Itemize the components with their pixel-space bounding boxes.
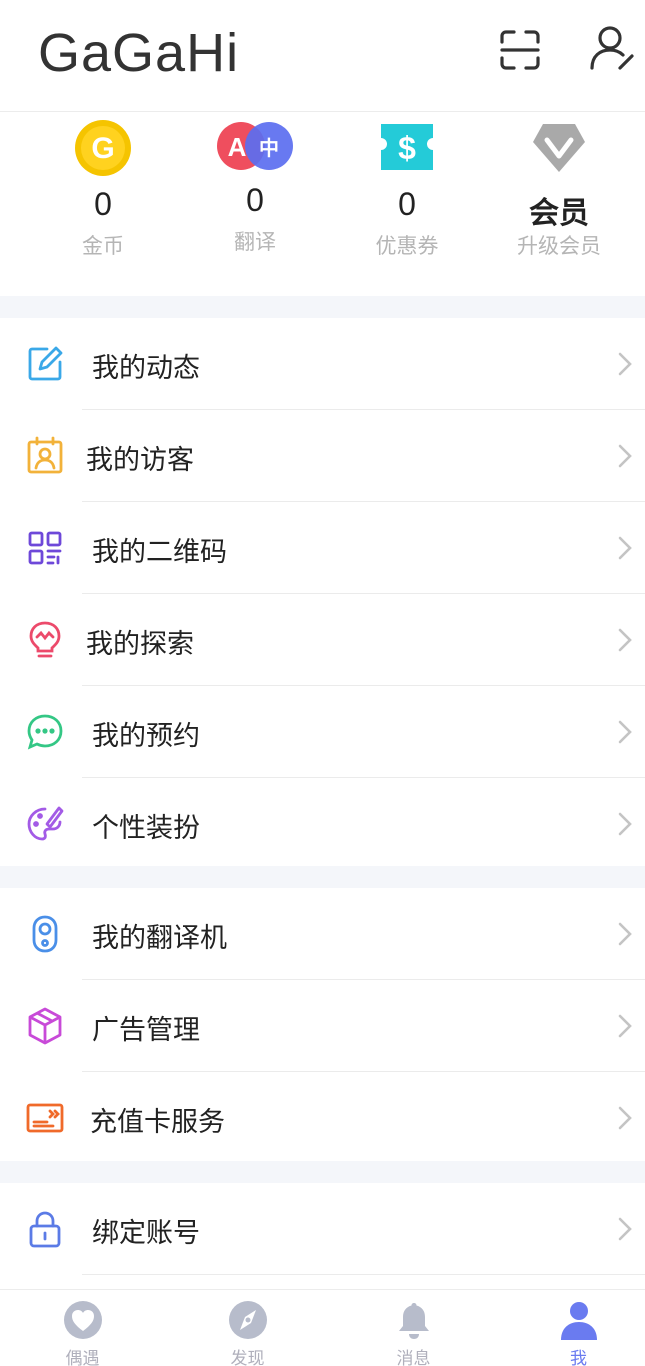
person-icon	[561, 1302, 597, 1340]
menu-item-label: 我的动态	[92, 353, 200, 384]
qrcode-icon	[28, 531, 62, 565]
menu-item-label: 充值卡服务	[90, 1107, 225, 1138]
menu-item-recharge-card[interactable]: 充值卡服务	[0, 1072, 645, 1164]
chevron-right-icon	[618, 1217, 632, 1241]
scan-button[interactable]	[498, 28, 542, 72]
menu-item-label: 我的翻译机	[92, 923, 227, 954]
stat-coupons[interactable]: $ 0 优惠券	[332, 112, 482, 296]
profile-edit-button[interactable]	[588, 24, 636, 72]
chevron-right-icon	[618, 720, 632, 744]
menu-item-label: 我的探索	[86, 629, 194, 660]
chevron-right-icon	[618, 536, 632, 560]
menu-item-label: 我的预约	[92, 721, 200, 752]
card-icon	[26, 1103, 64, 1133]
translator-device-icon	[32, 915, 58, 953]
svg-text:G: G	[91, 132, 114, 165]
section-gap	[0, 1161, 645, 1183]
stat-label: 优惠券	[375, 234, 439, 258]
coupon-icon: $	[381, 124, 433, 170]
menu-item-my-qrcode[interactable]: 我的二维码	[0, 502, 645, 594]
stat-label: 升级会员	[517, 234, 601, 258]
bottom-tab-bar: 偶遇 发现 消息 我	[0, 1289, 645, 1366]
compass-icon	[229, 1301, 267, 1339]
scan-icon	[500, 30, 540, 70]
edit-icon	[28, 346, 63, 381]
gold-coin-icon: G	[75, 120, 131, 176]
header: GaGaHi	[0, 0, 645, 112]
tab-label: 发现	[230, 1349, 265, 1366]
svg-text:$: $	[398, 130, 416, 166]
stat-value: 会员	[529, 197, 589, 230]
menu-item-label: 个性装扮	[92, 813, 200, 844]
cube-icon	[28, 1007, 62, 1045]
menu-item-label: 绑定账号	[92, 1218, 200, 1249]
tab-label: 偶遇	[65, 1349, 100, 1366]
stat-value: 0	[94, 186, 112, 222]
menu-item-ad-management[interactable]: 广告管理	[0, 980, 645, 1072]
vip-diamond-icon	[533, 124, 585, 172]
bell-icon	[399, 1303, 429, 1339]
bulb-icon	[29, 621, 61, 658]
stat-vip[interactable]: 会员 升级会员	[484, 112, 634, 296]
stat-value: 0	[398, 186, 416, 222]
user-edit-icon	[590, 26, 634, 70]
menu-item-label: 我的二维码	[92, 537, 227, 568]
chevron-right-icon	[618, 812, 632, 836]
menu-item-personal-style[interactable]: 个性装扮	[0, 778, 645, 870]
tab-discover[interactable]: 发现	[167, 1290, 328, 1366]
tab-me[interactable]: 我	[498, 1290, 645, 1366]
chevron-right-icon	[618, 628, 632, 652]
visitor-icon	[27, 436, 63, 474]
tab-messages[interactable]: 消息	[333, 1290, 494, 1366]
chevron-right-icon	[618, 1014, 632, 1038]
menu-item-my-explore[interactable]: 我的探索	[0, 594, 645, 686]
section-gap	[0, 296, 645, 318]
chevron-right-icon	[618, 1106, 632, 1130]
heart-icon	[64, 1301, 102, 1339]
divider	[82, 1274, 645, 1275]
palette-icon	[27, 806, 64, 841]
tab-encounter[interactable]: 偶遇	[2, 1290, 163, 1366]
menu-item-my-translator[interactable]: 我的翻译机	[0, 888, 645, 980]
section-gap	[0, 866, 645, 888]
menu-item-my-visitors[interactable]: 我的访客	[0, 410, 645, 502]
chevron-right-icon	[618, 352, 632, 376]
stat-label: 翻译	[234, 230, 276, 254]
app-title: GaGaHi	[38, 23, 240, 83]
menu-item-label: 我的访客	[86, 445, 194, 476]
stat-translate[interactable]: A 中 0 翻译	[180, 112, 330, 296]
chevron-right-icon	[618, 922, 632, 946]
stats-row: G 0 金币 A 中 0 翻译 $ 0 优惠券 会员 升级会员	[0, 112, 645, 296]
lock-icon	[29, 1211, 61, 1248]
menu-item-my-appointments[interactable]: 我的预约	[0, 686, 645, 778]
stat-value: 0	[246, 182, 264, 218]
svg-text:A: A	[228, 132, 247, 162]
stat-coins[interactable]: G 0 金币	[28, 112, 178, 296]
menu-item-my-posts[interactable]: 我的动态	[0, 318, 645, 410]
tab-label: 我	[570, 1349, 587, 1366]
menu-item-label: 广告管理	[92, 1015, 200, 1046]
tab-label: 消息	[396, 1349, 431, 1366]
chat-bubble-icon	[27, 714, 63, 750]
stat-label: 金币	[82, 234, 124, 258]
translate-icon: A 中	[217, 122, 293, 170]
menu-item-bind-account[interactable]: 绑定账号	[0, 1183, 645, 1275]
svg-text:中: 中	[259, 136, 279, 160]
chevron-right-icon	[618, 444, 632, 468]
